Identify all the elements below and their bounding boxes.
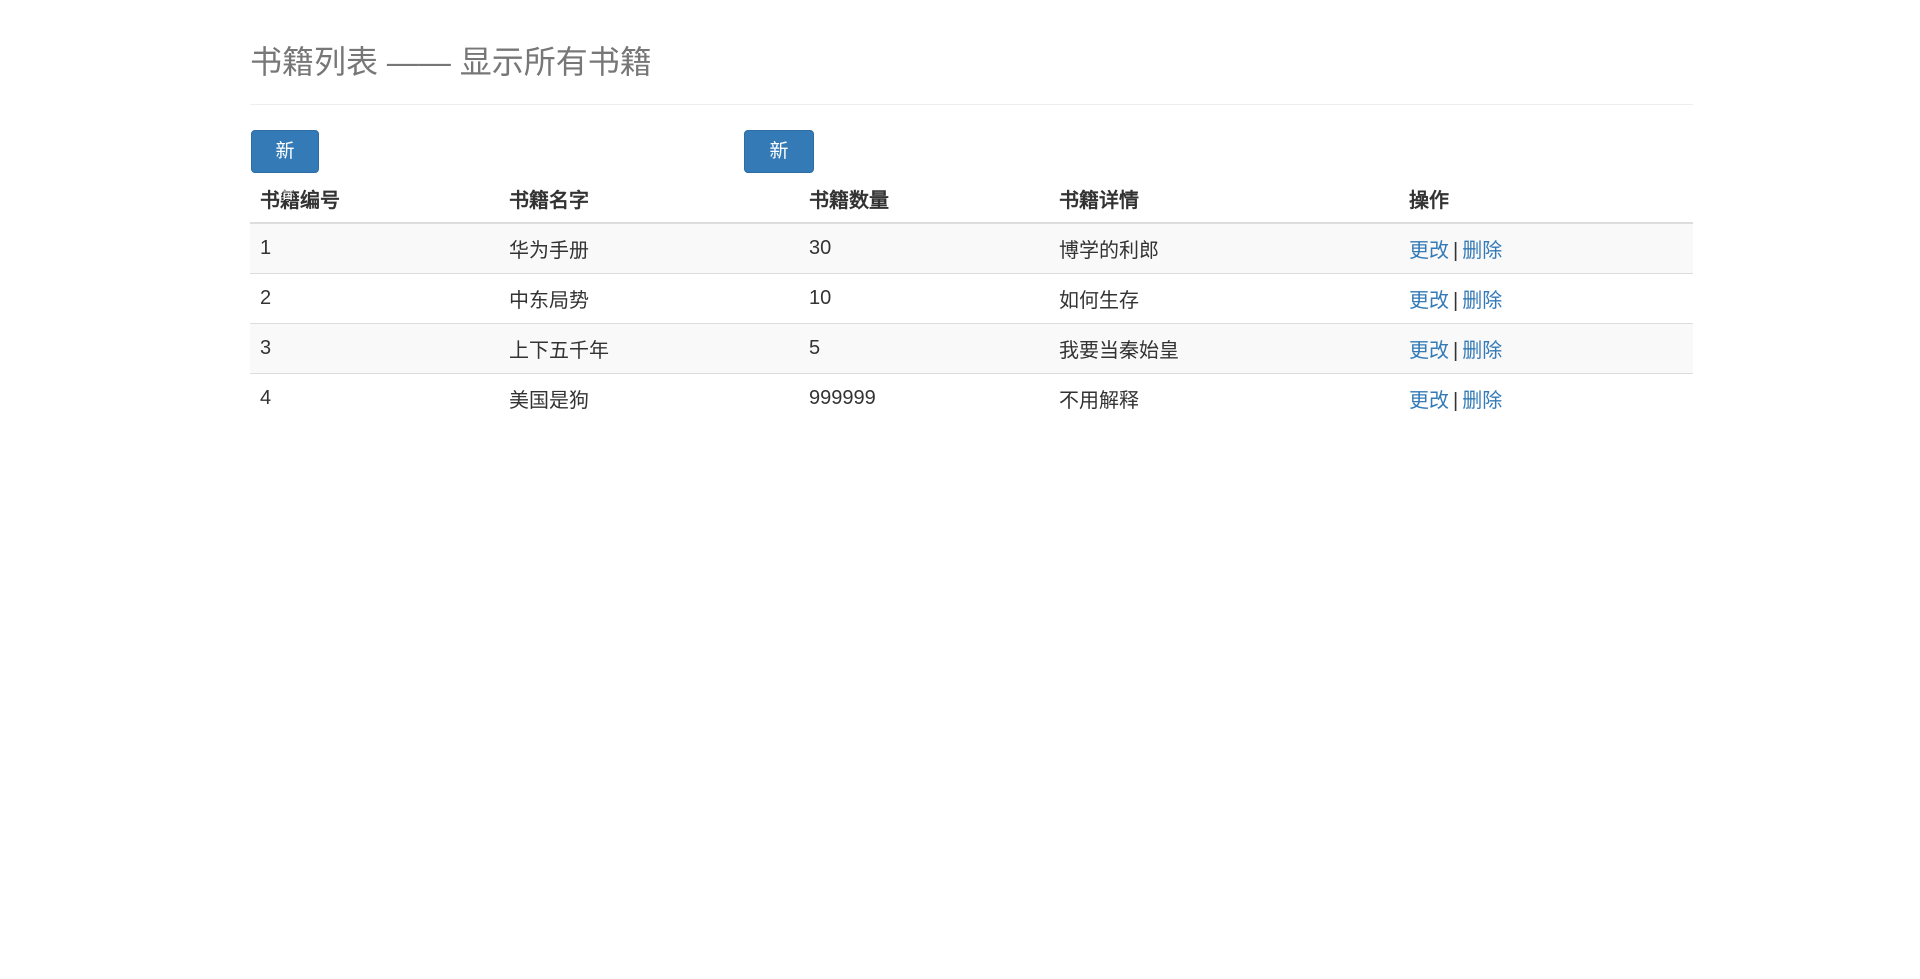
edit-link[interactable]: 更改 [1409,340,1449,362]
cell-count: 5 [799,322,1049,373]
cell-id: 1 [250,222,499,273]
delete-link[interactable]: 删除 [1462,240,1502,262]
add-book-button-secondary[interactable]: 新增 [744,130,814,203]
table-row: 1 华为手册 30 博学的利郎 更改 | 删除 [250,222,1693,273]
delete-link[interactable]: 删除 [1462,390,1502,412]
edit-link[interactable]: 更改 [1409,240,1449,262]
delete-link[interactable]: 删除 [1462,290,1502,312]
cell-operations: 更改 | 删除 [1399,272,1693,323]
table-body: 1 华为手册 30 博学的利郎 更改 | 删除 2 中东局势 10 如何生存 更改 |… [250,222,1693,423]
main-container: 书籍列表 —— 显示所有书籍 新增 新增 书籍编号 书籍名字 书籍数量 书籍详情… [250,0,1693,423]
toolbar: 新增 新增 [250,130,1693,203]
link-separator: | [1453,389,1459,412]
column-header-name: 书籍名字 [499,174,799,224]
cell-name: 华为手册 [499,222,799,273]
cell-id: 3 [250,322,499,373]
page-header: 书籍列表 —— 显示所有书籍 [250,40,1693,105]
page-title: 书籍列表 —— 显示所有书籍 [250,44,652,80]
edit-link[interactable]: 更改 [1409,290,1449,312]
table-row: 2 中东局势 10 如何生存 更改 | 删除 [250,272,1693,323]
cell-detail: 我要当秦始皇 [1049,322,1399,373]
books-table: 书籍编号 书籍名字 书籍数量 书籍详情 操作 1 华为手册 30 博学的利郎 更… [250,174,1693,423]
cell-operations: 更改 | 删除 [1399,322,1693,373]
column-header-count: 书籍数量 [799,174,1049,224]
cell-name: 美国是狗 [499,372,799,423]
cell-operations: 更改 | 删除 [1399,372,1693,423]
cell-detail: 如何生存 [1049,272,1399,323]
column-header-detail: 书籍详情 [1049,174,1399,224]
delete-link[interactable]: 删除 [1462,340,1502,362]
cell-operations: 更改 | 删除 [1399,222,1693,273]
cell-name: 中东局势 [499,272,799,323]
cell-detail: 不用解释 [1049,372,1399,423]
link-separator: | [1453,239,1459,262]
cell-id: 2 [250,272,499,323]
table-row: 3 上下五千年 5 我要当秦始皇 更改 | 删除 [250,322,1693,373]
column-header-operations: 操作 [1399,174,1693,224]
edit-link[interactable]: 更改 [1409,390,1449,412]
add-book-button[interactable]: 新增 [251,130,319,203]
table-row: 4 美国是狗 999999 不用解释 更改 | 删除 [250,372,1693,423]
cell-id: 4 [250,372,499,423]
cell-name: 上下五千年 [499,322,799,373]
cell-count: 30 [799,222,1049,273]
table-header: 书籍编号 书籍名字 书籍数量 书籍详情 操作 [250,174,1693,224]
link-separator: | [1453,289,1459,312]
cell-count: 999999 [799,372,1049,423]
cell-detail: 博学的利郎 [1049,222,1399,273]
cell-count: 10 [799,272,1049,323]
link-separator: | [1453,339,1459,362]
table-header-row: 书籍编号 书籍名字 书籍数量 书籍详情 操作 [250,174,1693,224]
